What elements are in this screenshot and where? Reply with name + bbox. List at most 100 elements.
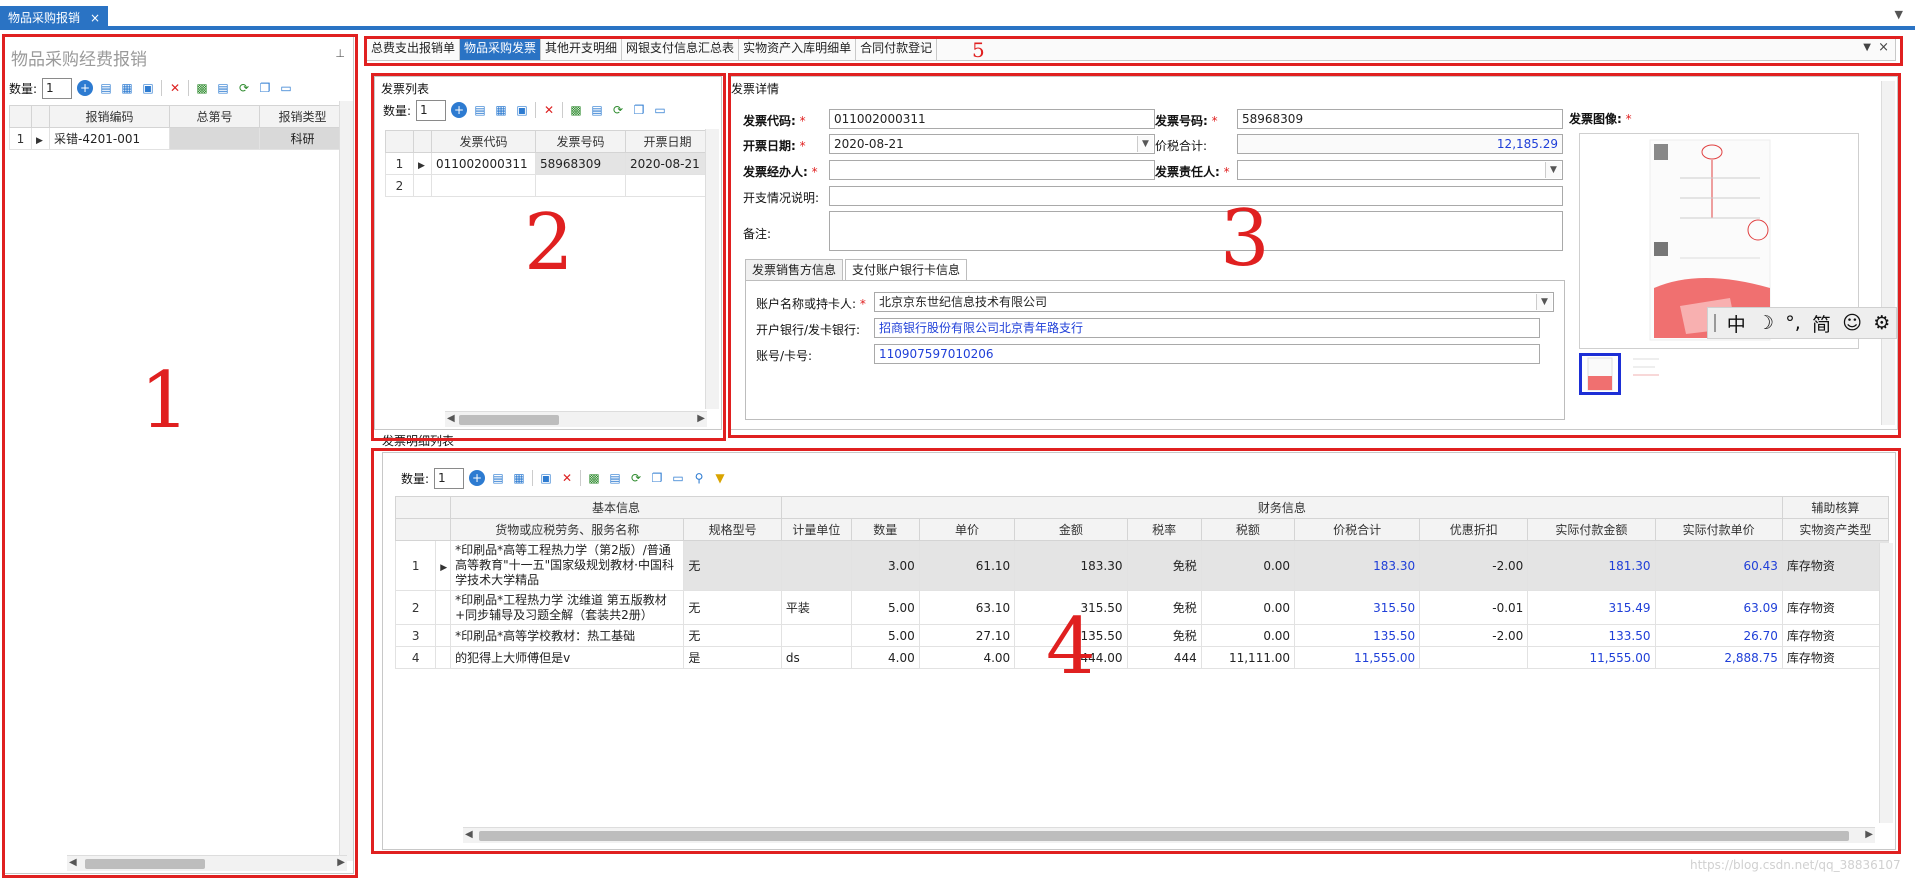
serial-cell[interactable]: [169, 127, 260, 150]
total-cell[interactable]: 183.30: [1294, 540, 1421, 591]
bank-field[interactable]: 招商银行股份有限公司北京青年路支行: [874, 318, 1540, 338]
tab-expense-summary[interactable]: 总费支出报销单: [367, 38, 461, 60]
item-name-cell[interactable]: *印刷品*高等学校教材：热工基础: [450, 624, 685, 647]
horizontal-scrollbar[interactable]: ◀ ▶: [67, 855, 347, 871]
tax-cell[interactable]: 11,111.00: [1200, 646, 1296, 669]
ime-simplified[interactable]: 简: [1812, 310, 1831, 337]
table-row[interactable]: 3 *印刷品*高等学校教材：热工基础 无 5.00 27.10 135.50 免…: [394, 624, 1890, 647]
item-name-cell[interactable]: *印刷品*工程热力学 沈维道 第五版教材+同步辅导及习题全解（套装共2册）: [450, 590, 685, 625]
invoice-date-cell[interactable]: 2020-08-21: [625, 152, 710, 175]
unit-cell[interactable]: [780, 624, 852, 647]
column-header[interactable]: 价税合计: [1294, 518, 1421, 541]
find-icon[interactable]: ⚲: [691, 470, 707, 486]
handler-field[interactable]: [829, 160, 1155, 180]
table-row[interactable]: 4 的犯得上大师傅但是v 是 ds 4.00 4.00 444.00 444 1…: [394, 646, 1890, 669]
spec-cell[interactable]: 无: [683, 624, 782, 647]
export-icon[interactable]: ▩: [194, 80, 210, 96]
account-select[interactable]: 北京京东世纪信息技术有限公司 ▼: [874, 292, 1554, 312]
tax-cell[interactable]: 0.00: [1200, 590, 1296, 625]
copy-icon[interactable]: ❐: [649, 470, 665, 486]
paid-unit-cell[interactable]: 60.43: [1654, 540, 1783, 591]
price-cell[interactable]: 61.10: [918, 540, 1016, 591]
column-header[interactable]: 税率: [1126, 518, 1202, 541]
price-cell[interactable]: 4.00: [918, 646, 1016, 669]
qty-cell[interactable]: 5.00: [850, 624, 920, 647]
chevron-down-icon[interactable]: ▼: [1545, 162, 1561, 178]
ime-chinese-mode[interactable]: 中: [1727, 310, 1746, 337]
new-doc-icon[interactable]: ▤: [98, 80, 114, 96]
new-doc-icon[interactable]: ▤: [490, 470, 506, 486]
type-cell[interactable]: 科研: [259, 127, 346, 150]
image-thumbnail[interactable]: [1629, 353, 1671, 395]
moon-icon[interactable]: ☽: [1757, 312, 1774, 334]
asset-type-cell[interactable]: 库存物资: [1781, 540, 1890, 591]
scrollbar-thumb[interactable]: [85, 859, 205, 869]
total-cell[interactable]: 11,555.00: [1294, 646, 1421, 669]
column-header[interactable]: 实物资产类型: [1781, 518, 1890, 541]
column-header[interactable]: 发票号码: [535, 130, 626, 153]
close-icon[interactable]: ×: [90, 6, 100, 30]
emoji-icon[interactable]: ☺: [1842, 312, 1862, 334]
column-header[interactable]: 数量: [850, 518, 920, 541]
price-cell[interactable]: 63.10: [918, 590, 1016, 625]
invoice-number-field[interactable]: 58968309: [1237, 109, 1563, 129]
refresh-icon[interactable]: ⟳: [610, 102, 626, 118]
paid-unit-cell[interactable]: 26.70: [1654, 624, 1783, 647]
column-header[interactable]: 税额: [1200, 518, 1296, 541]
copy-icon[interactable]: ❐: [257, 80, 273, 96]
scroll-left-icon[interactable]: ◀: [447, 413, 455, 424]
tab-other-expenses[interactable]: 其他开支明细: [541, 38, 623, 60]
add-icon[interactable]: +: [469, 470, 486, 486]
column-header[interactable]: 规格型号: [683, 518, 782, 541]
edit-icon[interactable]: ▤: [589, 102, 605, 118]
paid-amount-cell[interactable]: 11,555.00: [1527, 646, 1656, 669]
invoice-code-cell[interactable]: 011002000311: [431, 152, 536, 175]
export-icon[interactable]: ▩: [568, 102, 584, 118]
invoice-number-cell[interactable]: [535, 174, 626, 197]
vertical-scrollbar[interactable]: [339, 101, 353, 861]
gear-icon[interactable]: ⚙: [1873, 312, 1890, 334]
spec-cell[interactable]: 无: [683, 590, 782, 625]
tab-list-chevron-icon[interactable]: ▼: [1863, 42, 1871, 53]
tax-cell[interactable]: 0.00: [1200, 624, 1296, 647]
scroll-right-icon[interactable]: ▶: [697, 413, 705, 424]
spec-cell[interactable]: 是: [683, 646, 782, 669]
discount-cell[interactable]: -2.00: [1419, 624, 1529, 647]
chevron-down-icon[interactable]: ▼: [1895, 8, 1903, 21]
invoice-date-picker[interactable]: 2020-08-21 ▼: [829, 134, 1155, 154]
save-icon[interactable]: ▣: [140, 80, 156, 96]
tax-rate-cell[interactable]: 免税: [1126, 590, 1202, 625]
paste-icon[interactable]: ▭: [278, 80, 294, 96]
invoice-code-field[interactable]: 011002000311: [829, 109, 1155, 129]
delete-icon[interactable]: ✕: [167, 80, 183, 96]
tax-cell[interactable]: 0.00: [1200, 540, 1296, 591]
tax-rate-cell[interactable]: 444: [1126, 646, 1202, 669]
table-row[interactable]: 1 ▶ 采错-4201-001 科研: [9, 127, 346, 150]
tab-purchase-invoice[interactable]: 物品采购发票: [460, 38, 542, 60]
delete-icon[interactable]: ✕: [559, 470, 575, 486]
edit-icon[interactable]: ▤: [215, 80, 231, 96]
paid-amount-cell[interactable]: 181.30: [1527, 540, 1656, 591]
qty-cell[interactable]: 3.00: [850, 540, 920, 591]
invoice-code-cell[interactable]: [431, 174, 536, 197]
amount-cell[interactable]: 183.30: [1014, 540, 1128, 591]
tax-rate-cell[interactable]: 免税: [1126, 540, 1202, 591]
refresh-icon[interactable]: ⟳: [628, 470, 644, 486]
discount-cell[interactable]: -2.00: [1419, 540, 1529, 591]
scroll-left-icon[interactable]: ◀: [69, 857, 77, 868]
discount-cell[interactable]: [1419, 646, 1529, 669]
column-header[interactable]: 计量单位: [780, 518, 852, 541]
save-icon[interactable]: ▣: [514, 102, 530, 118]
paid-amount-cell[interactable]: 133.50: [1527, 624, 1656, 647]
tab-online-payment[interactable]: 网银支付信息汇总表: [622, 38, 740, 60]
filter-icon[interactable]: ▼: [712, 470, 728, 486]
unit-cell[interactable]: [780, 540, 852, 591]
scrollbar-thumb[interactable]: [479, 831, 1849, 841]
document-tab[interactable]: 物品采购报销 ×: [0, 6, 109, 30]
column-header[interactable]: 金额: [1014, 518, 1128, 541]
owner-select[interactable]: ▼: [1237, 160, 1563, 180]
table-row[interactable]: 2: [385, 174, 710, 197]
table-row[interactable]: 1 ▶ *印刷品*高等工程热力学（第2版）/普通高等教育"十一五"国家级规划教材…: [394, 540, 1890, 591]
invoice-number-cell[interactable]: 58968309: [535, 152, 626, 175]
import-icon[interactable]: ▦: [493, 102, 509, 118]
